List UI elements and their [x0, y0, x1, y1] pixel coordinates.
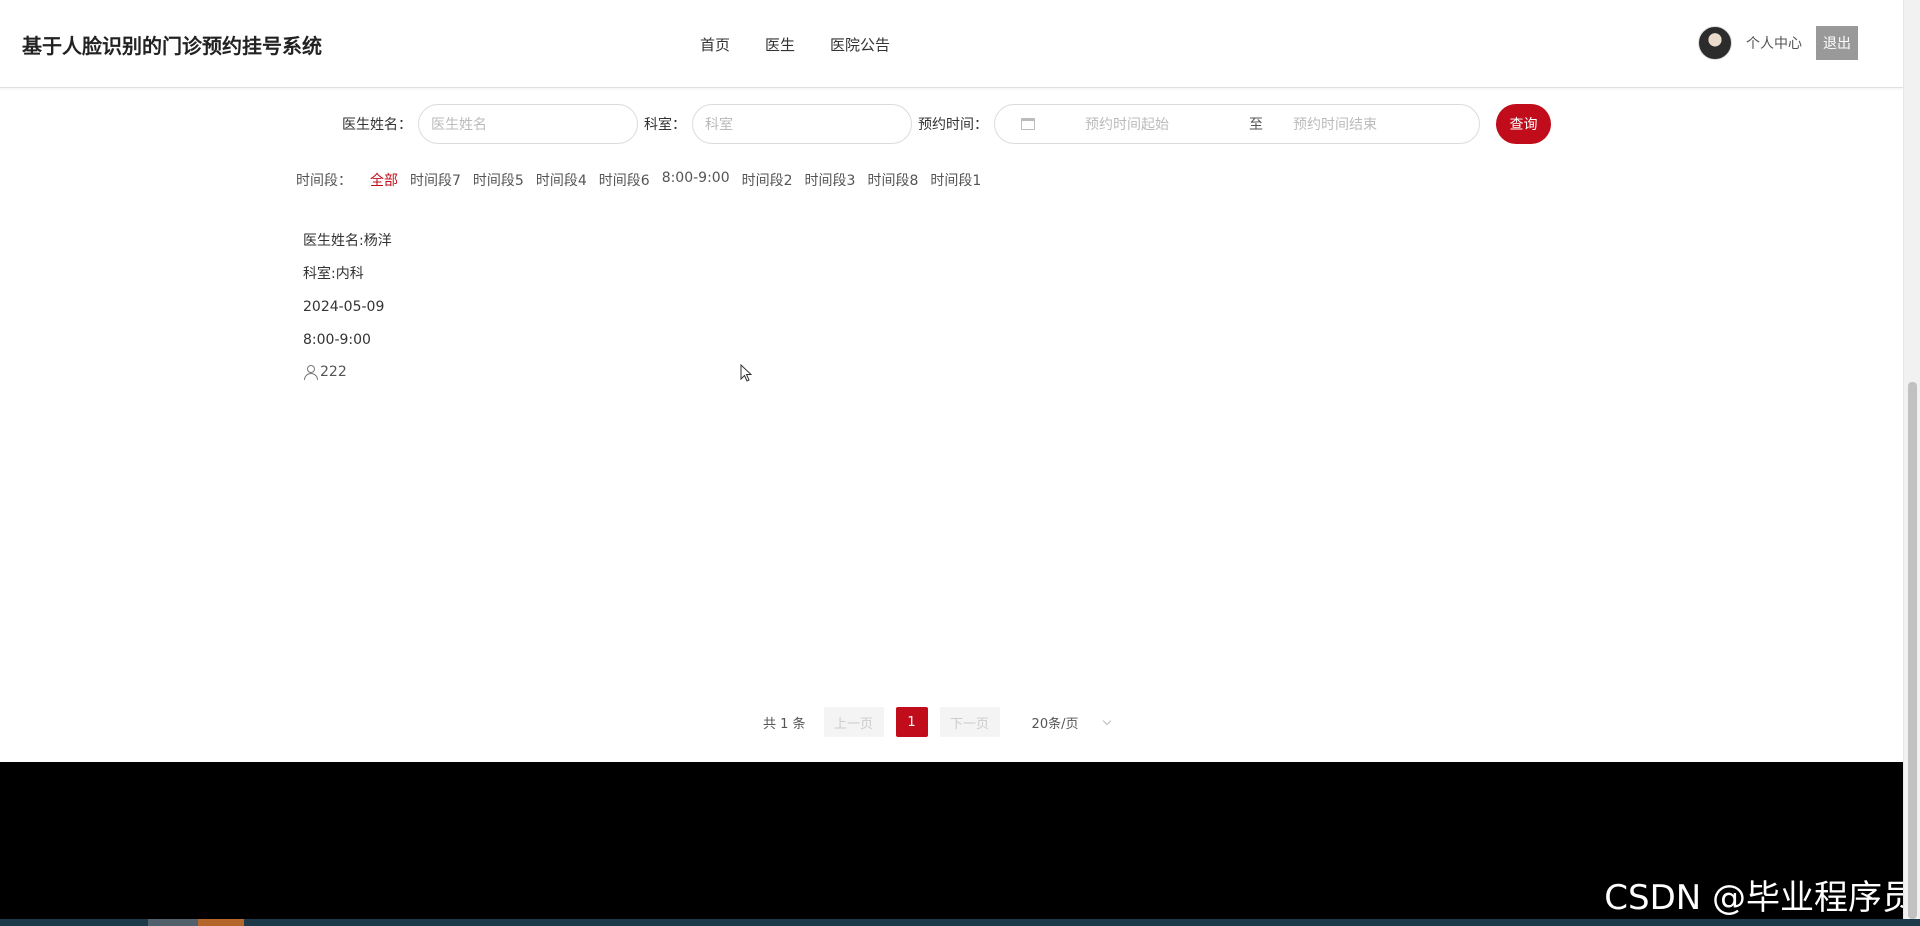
card-doctor-name: 医生姓名:杨洋 [303, 233, 392, 249]
time-slot-option[interactable]: 时间段5 [473, 170, 524, 190]
top-header: 基于人脸识别的门诊预约挂号系统 首页 医生 医院公告 个人中心 退出 [0, 0, 1903, 88]
search-bar: 医生姓名： 医生姓名 科室： 科室 预约时间： 预约时间起始 至 预约时间结束 … [342, 104, 1551, 144]
time-slot-option[interactable]: 时间段2 [742, 170, 793, 190]
logout-button[interactable]: 退出 [1816, 26, 1858, 60]
card-count: 222 [303, 357, 392, 387]
time-slot-option[interactable]: 时间段1 [930, 170, 981, 190]
taskbar-item[interactable] [148, 919, 198, 926]
doctor-name-label: 医生姓名： [342, 117, 412, 133]
taskbar-item-active[interactable] [198, 919, 244, 926]
card-count-value: 222 [320, 364, 347, 380]
person-icon [303, 365, 318, 380]
time-slot-filter: 时间段： 全部 时间段7 时间段5 时间段4 时间段6 8:00-9:00 时间… [296, 170, 981, 190]
main-nav: 首页 医生 医院公告 [700, 34, 890, 55]
user-center-link[interactable]: 个人中心 [1746, 33, 1802, 53]
schedule-card[interactable]: 医生姓名:杨洋 科室:内科 2024-05-09 8:00-9:00 222 [303, 225, 392, 387]
date-range-picker[interactable]: 预约时间起始 至 预约时间结束 [994, 104, 1480, 144]
time-slot-label: 时间段： [296, 173, 352, 189]
vertical-scrollbar[interactable] [1903, 0, 1920, 919]
nav-doctor[interactable]: 医生 [765, 34, 795, 55]
site-title: 基于人脸识别的门诊预约挂号系统 [22, 34, 322, 58]
calendar-icon [1021, 118, 1035, 130]
next-page-button[interactable]: 下一页 [939, 707, 1000, 737]
scrollbar-thumb[interactable] [1908, 382, 1917, 919]
card-dept: 科室:内科 [303, 266, 364, 282]
page-number-current[interactable]: 1 [895, 707, 928, 737]
nav-home[interactable]: 首页 [700, 34, 730, 55]
csdn-watermark: CSDN @毕业程序员 [1604, 878, 1916, 918]
time-slot-option[interactable]: 时间段7 [410, 170, 461, 190]
page-size-value: 20条/页 [1031, 716, 1079, 732]
card-time: 8:00-9:00 [303, 332, 371, 348]
time-slot-option[interactable]: 时间段3 [805, 170, 856, 190]
taskbar [0, 919, 1920, 926]
appointment-time-label: 预约时间： [918, 117, 988, 133]
time-slot-option[interactable]: 8:00-9:00 [662, 170, 730, 190]
date-end-input[interactable]: 预约时间结束 [1293, 114, 1377, 134]
dept-input[interactable]: 科室 [692, 104, 912, 144]
date-range-separator: 至 [1249, 117, 1263, 133]
query-button[interactable]: 查询 [1496, 104, 1551, 144]
pagination: 共 1 条 上一页 1 下一页 20条/页 [763, 707, 1112, 737]
chevron-down-icon [1103, 716, 1112, 725]
date-start-input[interactable]: 预约时间起始 [1085, 114, 1225, 134]
mouse-cursor-icon [740, 364, 753, 382]
pagination-total: 共 1 条 [763, 716, 806, 732]
time-slot-option[interactable]: 时间段4 [536, 170, 587, 190]
time-slot-option[interactable]: 时间段6 [599, 170, 650, 190]
nav-announcement[interactable]: 医院公告 [830, 34, 890, 55]
card-date: 2024-05-09 [303, 299, 385, 315]
page-size-select[interactable]: 20条/页 [1031, 713, 1112, 732]
doctor-name-input[interactable]: 医生姓名 [418, 104, 638, 144]
user-area: 个人中心 退出 [1698, 26, 1858, 60]
doctor-name-placeholder: 医生姓名 [431, 117, 487, 133]
dept-placeholder: 科室 [705, 117, 733, 133]
prev-page-button[interactable]: 上一页 [823, 707, 884, 737]
time-slot-option[interactable]: 时间段8 [867, 170, 918, 190]
dept-label: 科室： [644, 117, 686, 133]
avatar[interactable] [1698, 26, 1732, 60]
time-slot-all[interactable]: 全部 [370, 170, 398, 190]
